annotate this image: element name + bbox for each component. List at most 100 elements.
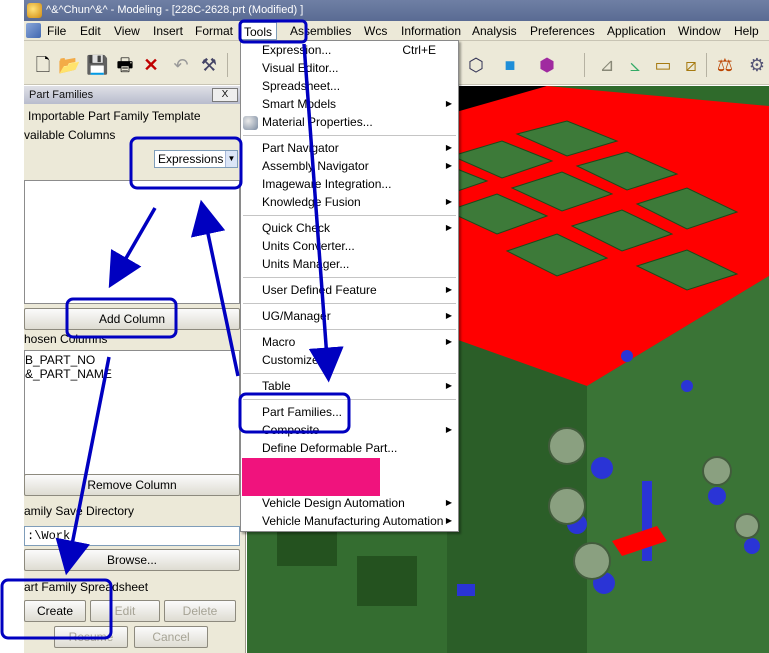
part-families-panel: Part Families X Importable Part Family T… bbox=[24, 86, 246, 653]
browse-button[interactable]: Browse... bbox=[24, 549, 240, 571]
menu-item-label: Imageware Integration... bbox=[262, 177, 392, 191]
submenu-arrow-icon: ▶ bbox=[445, 161, 452, 170]
submenu-arrow-icon: ▶ bbox=[445, 516, 452, 525]
importable-template-label: Importable Part Family Template bbox=[28, 109, 201, 123]
spreadsheet-label: art Family Spreadsheet bbox=[24, 580, 149, 594]
menu-item-material-properties[interactable]: Material Properties... bbox=[241, 113, 458, 131]
menu-item-label: Units Converter... bbox=[262, 239, 355, 253]
add-column-button[interactable]: Add Column bbox=[24, 308, 240, 330]
view-orient-icon[interactable]: ⬡ bbox=[465, 54, 487, 76]
menu-item-units-manager[interactable]: Units Manager... bbox=[241, 255, 458, 273]
app-icon bbox=[27, 3, 42, 18]
menu-item-user-defined-feature[interactable]: User Defined Feature ▶ bbox=[241, 281, 458, 299]
menu-item-ug-manager[interactable]: UG/Manager ▶ bbox=[241, 307, 458, 325]
menu-item-visual-editor[interactable]: Visual Editor... bbox=[241, 59, 458, 77]
menu-separator bbox=[243, 373, 456, 374]
menu-tools[interactable]: Tools bbox=[239, 22, 278, 40]
menu-help[interactable]: Help bbox=[730, 22, 763, 40]
save-icon[interactable]: 💾 bbox=[86, 54, 108, 76]
angle-icon[interactable]: ⦣ bbox=[624, 54, 646, 76]
available-columns-list[interactable] bbox=[24, 180, 240, 304]
menu-item-label: Customize... bbox=[262, 353, 329, 367]
menu-view[interactable]: View bbox=[110, 22, 144, 40]
save-directory-field[interactable]: :\Work bbox=[24, 526, 240, 546]
menu-item-vehicle-design-automation[interactable]: Vehicle Design Automation ▶ bbox=[241, 494, 458, 512]
menu-assemblies[interactable]: Assemblies bbox=[286, 22, 355, 40]
menu-item-units-converter[interactable]: Units Converter... bbox=[241, 237, 458, 255]
shortcut-label: Ctrl+E bbox=[402, 43, 436, 57]
menu-item-spreadsheet[interactable]: Spreadsheet... bbox=[241, 77, 458, 95]
menu-item-composite[interactable]: Composite ▶ bbox=[241, 421, 458, 439]
wireframe-cube-icon[interactable]: ⬢ bbox=[536, 54, 558, 76]
open-folder-icon[interactable]: 📂 bbox=[58, 54, 80, 76]
menu-item-label: Composite bbox=[262, 423, 320, 437]
window-title: ^&^Chun^&^ - Modeling - [228C-2628.prt (… bbox=[46, 4, 304, 16]
undo-icon[interactable]: ↶ bbox=[170, 54, 192, 76]
remove-column-button[interactable]: Remove Column bbox=[24, 474, 240, 496]
menu-insert[interactable]: Insert bbox=[149, 22, 187, 40]
tool-icon[interactable]: ⚙ bbox=[746, 54, 768, 76]
menu-item-label: Units Manager... bbox=[262, 257, 350, 271]
delete-icon[interactable]: ✕ bbox=[140, 54, 162, 76]
menu-item-label: Vehicle Manufacturing Automation bbox=[262, 514, 444, 528]
menu-information[interactable]: Information bbox=[397, 22, 465, 40]
submenu-arrow-icon: ▶ bbox=[445, 425, 452, 434]
menu-item-assembly-navigator[interactable]: Assembly Navigator ▶ bbox=[241, 157, 458, 175]
new-file-icon[interactable]: 🗋 bbox=[32, 54, 54, 76]
menu-item-label: Quick Check bbox=[262, 221, 331, 235]
tape-icon[interactable]: ⧄ bbox=[680, 54, 702, 76]
chosen-columns-list[interactable]: B_PART_NO &_PART_NAME bbox=[24, 350, 240, 476]
menu-wcs[interactable]: Wcs bbox=[360, 22, 391, 40]
menu-item-customize[interactable]: Customize... bbox=[241, 351, 458, 369]
menu-edit[interactable]: Edit bbox=[76, 22, 105, 40]
menu-item-vehicle-manufacturing-automation[interactable]: Vehicle Manufacturing Automation ▶ bbox=[241, 512, 458, 530]
menu-item-imageware[interactable]: Imageware Integration... bbox=[241, 175, 458, 193]
delete-button[interactable]: Delete bbox=[164, 600, 236, 622]
menu-separator bbox=[243, 215, 456, 216]
menu-application[interactable]: Application bbox=[603, 22, 670, 40]
menu-item-part-navigator[interactable]: Part Navigator ▶ bbox=[241, 139, 458, 157]
chevron-down-icon: ▼ bbox=[225, 151, 237, 167]
toolbar-separator bbox=[584, 53, 585, 77]
menu-item-knowledge-fusion[interactable]: Knowledge Fusion ▶ bbox=[241, 193, 458, 211]
menu-separator bbox=[243, 329, 456, 330]
menu-item-label: Spreadsheet... bbox=[262, 79, 341, 93]
menu-item-part-families[interactable]: Part Families... bbox=[241, 403, 458, 421]
resume-button[interactable]: Resume bbox=[54, 626, 128, 648]
panel-title: Part Families bbox=[29, 89, 94, 101]
balance-icon[interactable]: ⚖ bbox=[714, 54, 736, 76]
menu-item-expression[interactable]: Expression... Ctrl+E bbox=[241, 41, 458, 59]
submenu-arrow-icon: ▶ bbox=[445, 337, 452, 346]
menu-item-quick-check[interactable]: Quick Check ▶ bbox=[241, 219, 458, 237]
list-item[interactable]: &_PART_NAME bbox=[25, 367, 112, 381]
ruler-icon[interactable]: ▭ bbox=[652, 54, 674, 76]
shaded-cube-icon[interactable]: ■ bbox=[499, 54, 521, 76]
list-item[interactable]: B_PART_NO bbox=[25, 353, 95, 367]
menu-analysis[interactable]: Analysis bbox=[468, 22, 521, 40]
menu-item-macro[interactable]: Macro ▶ bbox=[241, 333, 458, 351]
create-button[interactable]: Create bbox=[24, 600, 86, 622]
edit-button[interactable]: Edit bbox=[90, 600, 160, 622]
measure-icon[interactable]: ⊿ bbox=[596, 54, 618, 76]
menu-item-label: Expression... bbox=[262, 43, 332, 57]
menu-item-label: Define Deformable Part... bbox=[262, 441, 398, 455]
wand-icon[interactable]: ⚒ bbox=[198, 54, 220, 76]
menu-item-define-deformable-part[interactable]: Define Deformable Part... bbox=[241, 439, 458, 457]
column-type-select[interactable]: Expressions ▼ bbox=[154, 150, 238, 168]
menu-item-label: Part Navigator bbox=[262, 141, 339, 155]
menu-item-smart-models[interactable]: Smart Models ▶ bbox=[241, 95, 458, 113]
print-icon[interactable]: 🖶 bbox=[114, 54, 136, 76]
toolbar-separator bbox=[227, 53, 228, 77]
submenu-arrow-icon: ▶ bbox=[445, 223, 452, 232]
menu-preferences[interactable]: Preferences bbox=[526, 22, 599, 40]
menu-format[interactable]: Format bbox=[191, 22, 237, 40]
menu-item-label: Table bbox=[262, 379, 291, 393]
menu-item-label: UG/Manager bbox=[262, 309, 331, 323]
column-type-value: Expressions bbox=[158, 152, 224, 166]
menu-file[interactable]: File bbox=[43, 22, 70, 40]
menu-separator bbox=[243, 277, 456, 278]
close-button[interactable]: X bbox=[212, 88, 238, 102]
menu-window[interactable]: Window bbox=[674, 22, 725, 40]
menu-item-table[interactable]: Table ▶ bbox=[241, 377, 458, 395]
cancel-button[interactable]: Cancel bbox=[134, 626, 208, 648]
